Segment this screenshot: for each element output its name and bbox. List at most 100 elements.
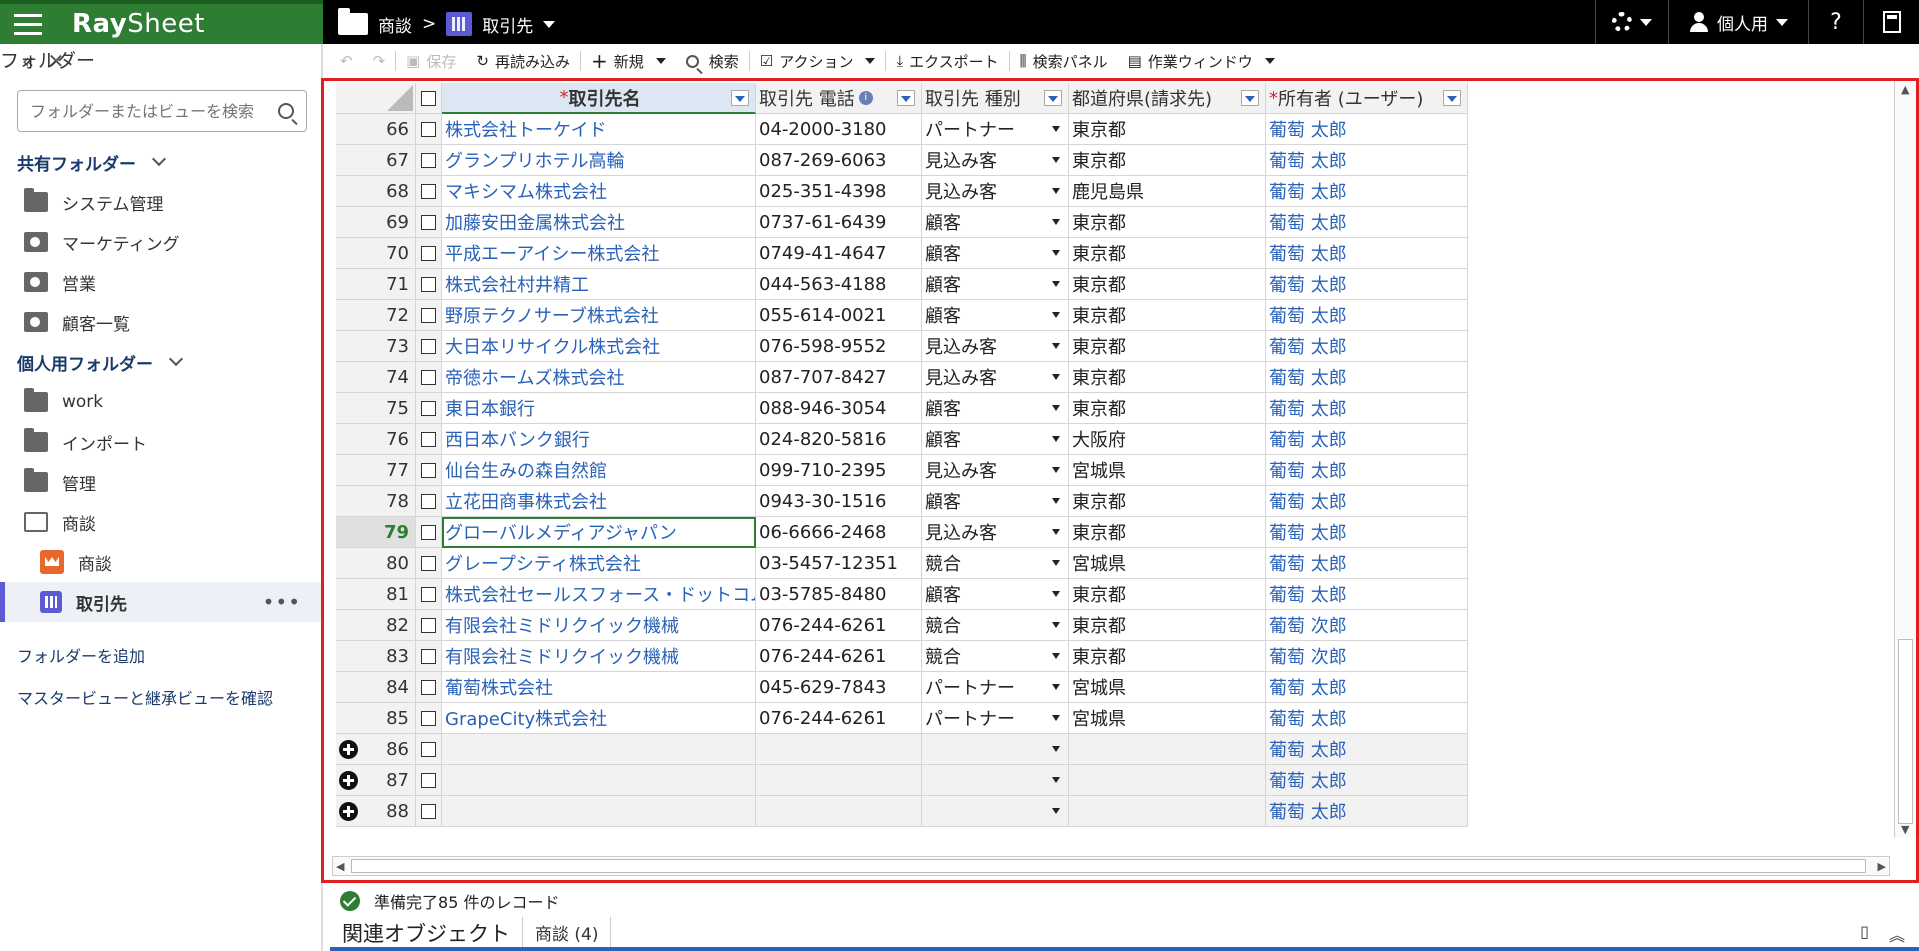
column-header-name[interactable]: * 取引先名 xyxy=(442,83,756,114)
row-number-cell[interactable]: 82 xyxy=(336,610,416,641)
cell-account-name[interactable]: 株式会社トーケイド xyxy=(442,114,756,145)
cell-phone[interactable]: 0749-41-4647 xyxy=(756,238,922,269)
sidebar-item-marketing[interactable]: マーケティング xyxy=(0,222,321,262)
row-checkbox-cell[interactable] xyxy=(416,145,442,176)
row-number-cell[interactable]: 88 xyxy=(336,796,416,827)
action-button[interactable]: ☑ アクション xyxy=(750,46,886,76)
table-row[interactable]: 69 加藤安田金属株式会社 0737-61-6439 顧客 東京都 葡萄 太郎 xyxy=(336,207,1468,238)
cell-owner[interactable]: 葡萄 太郎 xyxy=(1266,455,1468,486)
row-number-cell[interactable]: 74 xyxy=(336,362,416,393)
cell-account-name[interactable]: 葡萄株式会社 xyxy=(442,672,756,703)
row-checkbox-cell[interactable] xyxy=(416,455,442,486)
search-button[interactable]: 検索 xyxy=(676,46,749,76)
cell-phone[interactable]: 0737-61-6439 xyxy=(756,207,922,238)
cell-owner[interactable]: 葡萄 太郎 xyxy=(1266,393,1468,424)
dropdown-arrow-icon[interactable] xyxy=(1052,188,1060,194)
scroll-right-icon[interactable]: ▶ xyxy=(1878,860,1886,873)
cell-phone[interactable]: 04-2000-3180 xyxy=(756,114,922,145)
cell-type[interactable]: 見込み客 xyxy=(922,176,1069,207)
sidebar-item-admin[interactable]: 管理 xyxy=(0,462,321,502)
grid-corner[interactable] xyxy=(336,83,416,114)
cell-type[interactable]: 顧客 xyxy=(922,579,1069,610)
column-header-type[interactable]: 取引先 種別 xyxy=(922,83,1069,114)
add-folder-link[interactable]: フォルダーを追加 xyxy=(0,634,321,676)
cell-account-name[interactable]: 帝徳ホームズ株式会社 xyxy=(442,362,756,393)
row-number-cell[interactable]: 78 xyxy=(336,486,416,517)
dropdown-arrow-icon[interactable] xyxy=(1052,808,1060,814)
cell-owner[interactable]: 葡萄 太郎 xyxy=(1266,734,1468,765)
settings-button[interactable] xyxy=(1595,0,1668,44)
cell-phone[interactable]: 06-6666-2468 xyxy=(756,517,922,548)
cell-prefecture[interactable] xyxy=(1069,796,1266,827)
filter-icon[interactable] xyxy=(1443,90,1461,106)
breadcrumb-current[interactable]: 取引先 xyxy=(482,12,533,37)
cell-owner[interactable]: 葡萄 次郎 xyxy=(1266,610,1468,641)
column-header-phone[interactable]: 取引先 電話 i xyxy=(756,83,922,114)
sidebar-item-deals-folder[interactable]: 商談 xyxy=(0,502,321,542)
export-button[interactable]: ⤓ エクスポート xyxy=(886,46,1008,76)
cell-owner[interactable]: 葡萄 太郎 xyxy=(1266,114,1468,145)
cell-type[interactable]: 競合 xyxy=(922,610,1069,641)
cell-type[interactable]: 競合 xyxy=(922,641,1069,672)
cell-type[interactable]: 見込み客 xyxy=(922,145,1069,176)
panel-layout-icon[interactable]: ▯ xyxy=(1860,922,1869,946)
dropdown-arrow-icon[interactable] xyxy=(1052,436,1060,442)
cell-phone[interactable]: 024-820-5816 xyxy=(756,424,922,455)
cell-phone[interactable]: 087-707-8427 xyxy=(756,362,922,393)
sidebar-item-deals-view[interactable]: 商談 xyxy=(0,542,321,582)
row-checkbox-cell[interactable] xyxy=(416,641,442,672)
new-button[interactable]: + 新規 xyxy=(581,46,676,76)
row-number-cell[interactable]: 77 xyxy=(336,455,416,486)
cell-owner[interactable]: 葡萄 太郎 xyxy=(1266,424,1468,455)
cell-account-name[interactable]: グレープシティ株式会社 xyxy=(442,548,756,579)
cell-account-name[interactable]: 大日本リサイクル株式会社 xyxy=(442,331,756,362)
dropdown-arrow-icon[interactable] xyxy=(1052,653,1060,659)
hamburger-menu-icon[interactable] xyxy=(8,4,48,44)
cell-prefecture[interactable]: 東京都 xyxy=(1069,517,1266,548)
cell-type[interactable]: 顧客 xyxy=(922,269,1069,300)
row-number-cell[interactable]: 70 xyxy=(336,238,416,269)
table-row[interactable]: 88 葡萄 太郎 xyxy=(336,796,1468,827)
horizontal-scrollbar[interactable]: ◀ ▶ xyxy=(332,856,1890,876)
cell-phone[interactable]: 076-244-6261 xyxy=(756,641,922,672)
cell-phone[interactable]: 076-598-9552 xyxy=(756,331,922,362)
search-panel-button[interactable]: ⫼ 検索パネル xyxy=(1010,46,1118,76)
dropdown-arrow-icon[interactable] xyxy=(1052,715,1060,721)
row-checkbox-cell[interactable] xyxy=(416,703,442,734)
cell-prefecture[interactable] xyxy=(1069,765,1266,796)
row-checkbox-cell[interactable] xyxy=(416,393,442,424)
cell-phone[interactable]: 044-563-4188 xyxy=(756,269,922,300)
row-number-cell[interactable]: 81 xyxy=(336,579,416,610)
row-checkbox-cell[interactable] xyxy=(416,579,442,610)
filter-icon[interactable] xyxy=(1241,90,1259,106)
scroll-down-icon[interactable]: ▼ xyxy=(1901,823,1909,836)
sidebar-item-sales[interactable]: 営業 xyxy=(0,262,321,302)
row-number-cell[interactable]: 76 xyxy=(336,424,416,455)
table-row[interactable]: 81 株式会社セールスフォース・ドットコム 03-5785-8480 顧客 東京都 葡萄 … xyxy=(336,579,1468,610)
sidebar-item-work[interactable]: work xyxy=(0,382,321,422)
cell-prefecture[interactable]: 東京都 xyxy=(1069,610,1266,641)
undo-button[interactable]: ↶ xyxy=(330,46,363,76)
cell-type[interactable]: 競合 xyxy=(922,548,1069,579)
cell-owner[interactable]: 葡萄 太郎 xyxy=(1266,703,1468,734)
cell-prefecture[interactable]: 東京都 xyxy=(1069,641,1266,672)
table-row[interactable]: 72 野原テクノサーブ株式会社 055-614-0021 顧客 東京都 葡萄 太郎 xyxy=(336,300,1468,331)
table-row[interactable]: 77 仙台生みの森自然館 099-710-2395 見込み客 宮城県 葡萄 太郎 xyxy=(336,455,1468,486)
cell-phone[interactable] xyxy=(756,765,922,796)
cell-owner[interactable]: 葡萄 太郎 xyxy=(1266,517,1468,548)
table-row[interactable]: 80 グレープシティ株式会社 03-5457-12351 競合 宮城県 葡萄 太郎 xyxy=(336,548,1468,579)
cell-type[interactable]: 顧客 xyxy=(922,393,1069,424)
cell-prefecture[interactable]: 東京都 xyxy=(1069,269,1266,300)
scroll-thumb[interactable] xyxy=(1898,639,1913,824)
cell-owner[interactable]: 葡萄 太郎 xyxy=(1266,796,1468,827)
dropdown-arrow-icon[interactable] xyxy=(1052,126,1060,132)
cell-prefecture[interactable]: 宮城県 xyxy=(1069,703,1266,734)
cell-type[interactable]: 見込み客 xyxy=(922,362,1069,393)
row-checkbox-cell[interactable] xyxy=(416,269,442,300)
cell-type[interactable] xyxy=(922,765,1069,796)
cell-owner[interactable]: 葡萄 太郎 xyxy=(1266,300,1468,331)
cell-account-name[interactable]: グローバルメディアジャパン xyxy=(442,517,756,548)
row-checkbox-cell[interactable] xyxy=(416,176,442,207)
cell-owner[interactable]: 葡萄 太郎 xyxy=(1266,579,1468,610)
select-all-checkbox-cell[interactable] xyxy=(416,83,442,114)
